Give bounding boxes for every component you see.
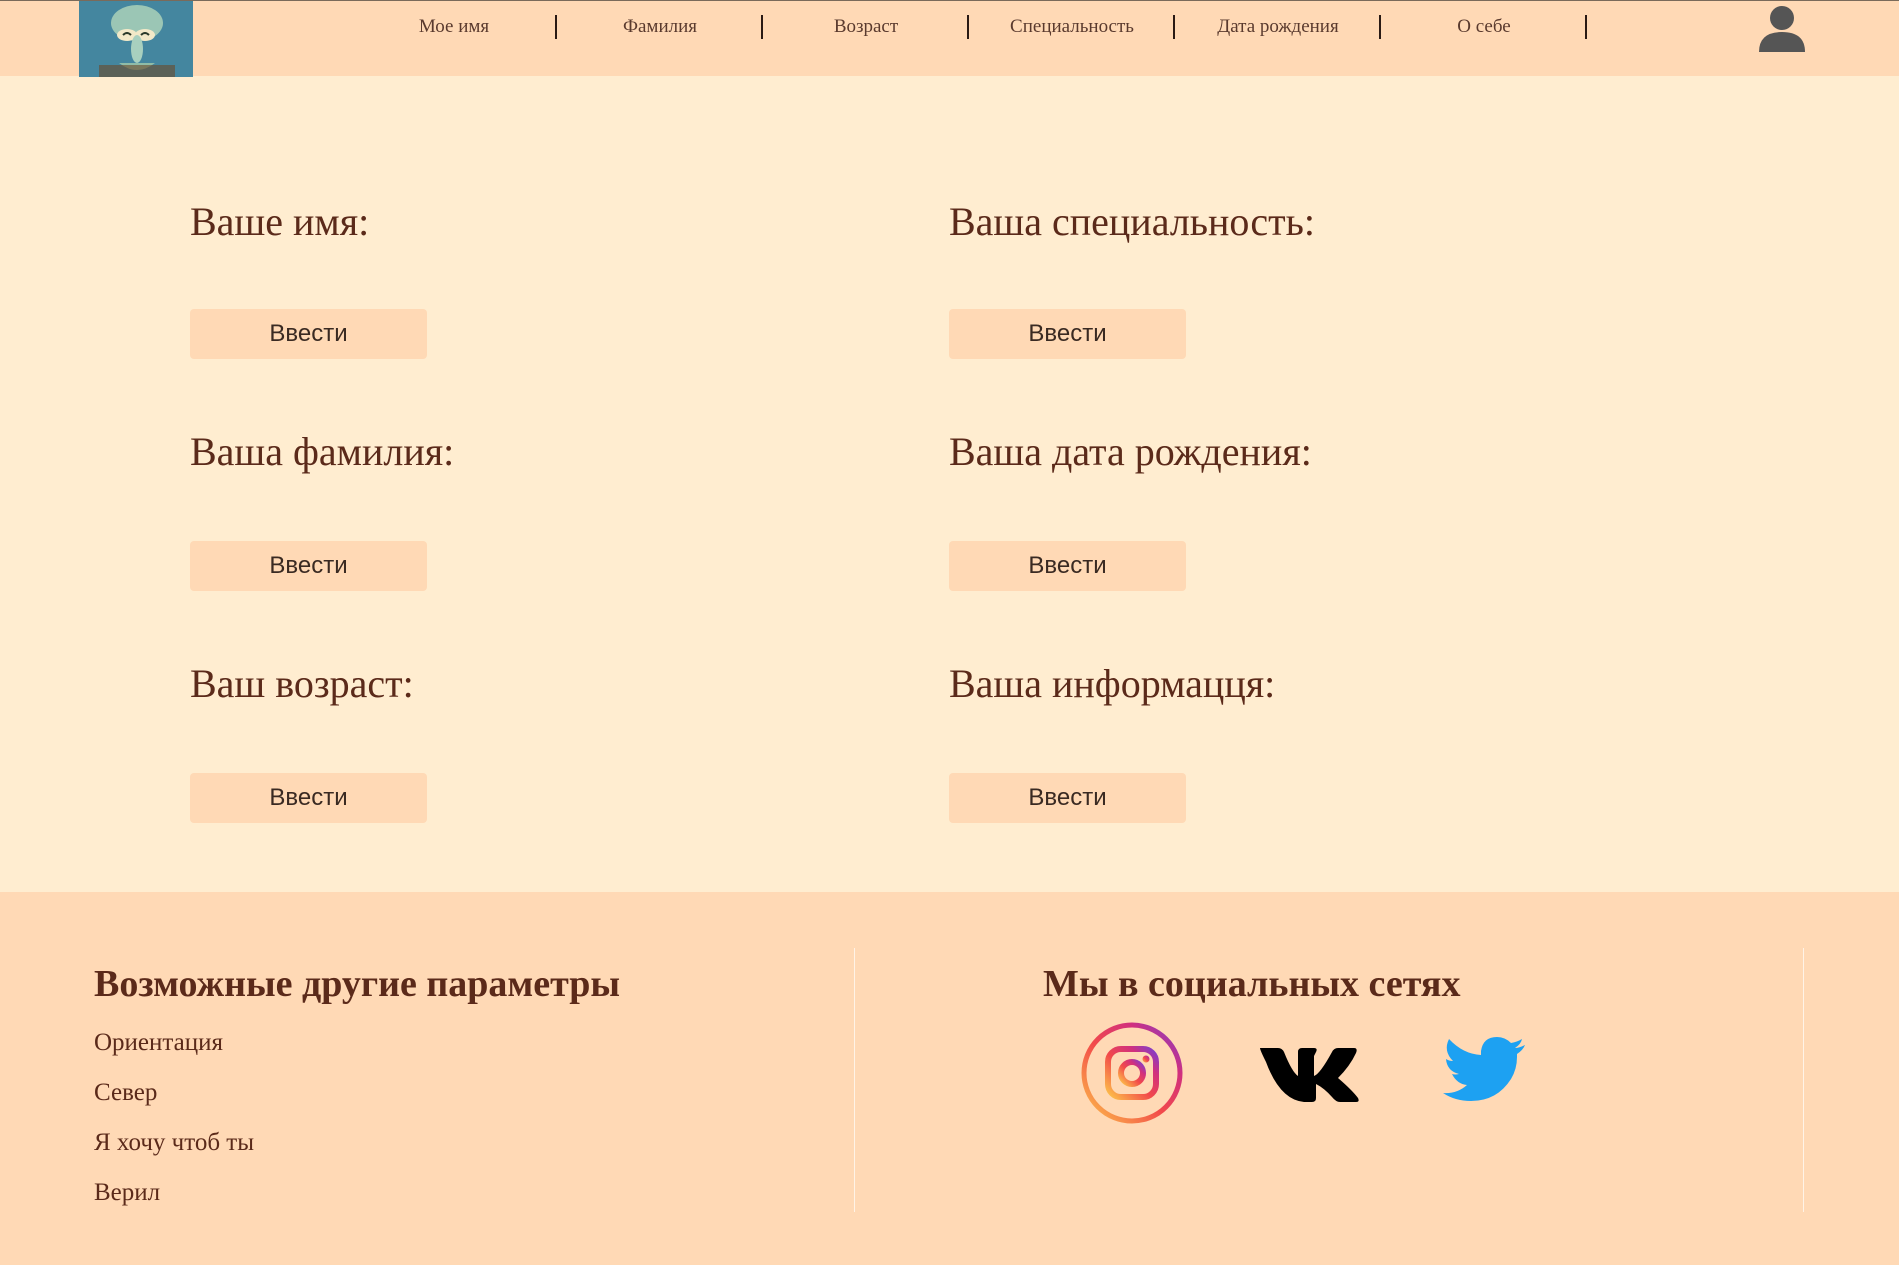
- enter-age-button[interactable]: Ввести: [190, 773, 427, 823]
- other-params-title: Возможные другие параметры: [94, 963, 621, 1005]
- instagram-icon[interactable]: [1081, 1022, 1183, 1124]
- param-link-i-want[interactable]: Я хочу чтоб ты: [94, 1129, 254, 1157]
- enter-surname-button[interactable]: Ввести: [190, 541, 427, 591]
- nav-item-my-name[interactable]: Мое имя: [351, 1, 557, 53]
- footer-divider-left: [854, 948, 855, 1212]
- logo[interactable]: [79, 1, 193, 77]
- specialty-label: Ваша специальность:: [949, 199, 1316, 244]
- birthdate-label: Ваша дата рождения:: [949, 429, 1312, 474]
- character-avatar-logo: [79, 1, 193, 77]
- name-label: Ваше имя:: [190, 199, 370, 244]
- enter-specialty-button[interactable]: Ввести: [949, 309, 1186, 359]
- nav-item-surname[interactable]: Фамилия: [557, 1, 763, 53]
- nav-item-birthdate[interactable]: Дата рождения: [1175, 1, 1381, 53]
- twitter-icon[interactable]: [1441, 1037, 1527, 1109]
- footer-divider-right: [1803, 948, 1804, 1212]
- enter-name-button[interactable]: Ввести: [190, 309, 427, 359]
- profile-form: Ваше имя: Ввести Ваша фамилия: Ввести Ва…: [0, 76, 1899, 892]
- footer: Возможные другие параметры Ориентация Се…: [0, 892, 1899, 1265]
- age-label: Ваш возраст:: [190, 661, 414, 706]
- param-link-north[interactable]: Север: [94, 1079, 157, 1107]
- vk-icon[interactable]: [1258, 1042, 1360, 1104]
- param-link-orientation[interactable]: Ориентация: [94, 1029, 223, 1057]
- enter-info-button[interactable]: Ввести: [949, 773, 1186, 823]
- enter-birthdate-button[interactable]: Ввести: [949, 541, 1186, 591]
- param-link-believed[interactable]: Верил: [94, 1179, 160, 1207]
- info-label: Ваша информацця:: [949, 661, 1276, 706]
- social-title: Мы в социальных сетях: [1043, 963, 1461, 1005]
- nav-item-about[interactable]: О себе: [1381, 1, 1587, 53]
- nav-item-age[interactable]: Возраст: [763, 1, 969, 53]
- nav-item-specialty[interactable]: Специальность: [969, 1, 1175, 53]
- top-navbar: Мое имя Фамилия Возраст Специальность Да…: [0, 0, 1899, 77]
- user-icon[interactable]: [1756, 4, 1808, 52]
- surname-label: Ваша фамилия:: [190, 429, 455, 474]
- main-nav: Мое имя Фамилия Возраст Специальность Да…: [351, 1, 1587, 53]
